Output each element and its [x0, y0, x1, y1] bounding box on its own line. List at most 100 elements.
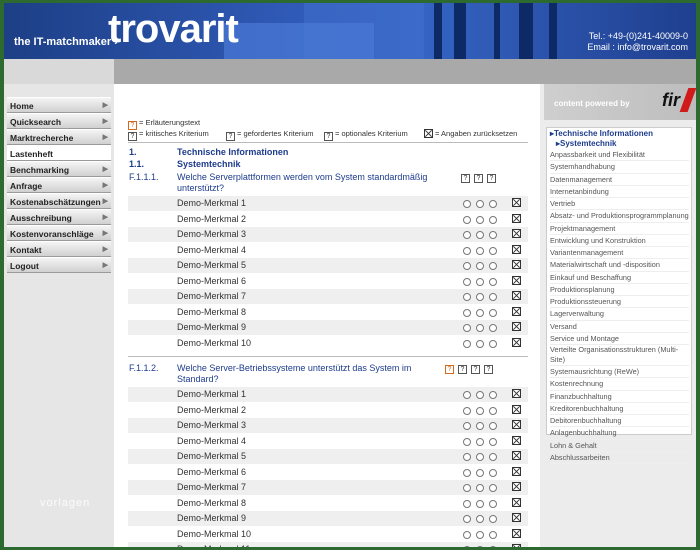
optional-radio[interactable] [489, 308, 497, 317]
required-radio[interactable] [476, 422, 484, 430]
required-radio[interactable] [476, 262, 484, 270]
required-radio[interactable] [476, 324, 484, 332]
reset-checkbox[interactable] [512, 275, 521, 285]
critical-radio[interactable] [463, 391, 471, 399]
category-item[interactable]: Kreditorenbuchhaltung [550, 403, 689, 415]
critical-radio[interactable] [463, 484, 471, 492]
optional-radio[interactable] [489, 277, 497, 286]
required-radio[interactable] [476, 246, 484, 255]
required-radio[interactable] [476, 200, 484, 208]
reset-checkbox[interactable] [512, 260, 521, 269]
critical-radio[interactable] [463, 406, 471, 415]
optional-radio[interactable] [489, 246, 497, 255]
reset-checkbox[interactable] [512, 306, 521, 316]
category-sub[interactable]: ▸Systemtechnik [550, 139, 689, 149]
required-radio[interactable] [476, 530, 484, 539]
nav-item-kontakt[interactable]: Kontakt ▶ [7, 241, 111, 257]
reset-checkbox[interactable] [512, 244, 521, 254]
critical-radio[interactable] [463, 293, 471, 301]
critical-radio[interactable] [463, 277, 471, 286]
category-item[interactable]: Variantenmanagement [550, 247, 689, 260]
category-head[interactable]: ▸Technische Informationen [550, 129, 689, 139]
reset-checkbox[interactable] [512, 466, 521, 476]
category-item[interactable]: Produktionsplanung [550, 284, 689, 296]
category-item[interactable]: Debitorenbuchhaltung [550, 415, 689, 428]
required-radio[interactable] [476, 468, 484, 477]
nav-item-quicksearch[interactable]: Quicksearch ▶ [7, 113, 111, 129]
critical-radio[interactable] [463, 422, 471, 430]
reset-checkbox[interactable] [512, 291, 521, 300]
category-item[interactable]: Projektmanagement [550, 223, 689, 235]
category-item[interactable]: Kostenrechnung [550, 378, 689, 391]
critical-radio[interactable] [463, 530, 471, 539]
category-item[interactable]: Materialwirtschaft und -disposition [550, 259, 689, 272]
optional-radio[interactable] [489, 391, 497, 399]
nav-item-marktrecherche[interactable]: Marktrecherche ▶ [7, 129, 111, 145]
category-item[interactable]: Anlagenbuchhaltung [550, 427, 689, 440]
optional-radio[interactable] [489, 437, 497, 446]
optional-radio[interactable] [489, 546, 497, 547]
category-item[interactable]: Absatz- und Produktionsprogrammplanung [550, 210, 689, 223]
category-item[interactable]: Abschlussarbeiten [550, 452, 689, 464]
required-radio[interactable] [476, 515, 484, 523]
category-item[interactable]: Einkauf und Beschaffung [550, 272, 689, 284]
reset-checkbox[interactable] [512, 435, 521, 445]
required-radio[interactable] [476, 391, 484, 399]
required-radio[interactable] [476, 484, 484, 492]
nav-item-kostenvoranschläge[interactable]: Kostenvoranschläge ▶ [7, 225, 111, 241]
reset-checkbox[interactable] [512, 213, 521, 223]
required-radio[interactable] [476, 499, 484, 508]
optional-radio[interactable] [489, 530, 497, 539]
reset-checkbox[interactable] [512, 482, 521, 491]
critical-radio[interactable] [463, 339, 471, 348]
required-radio[interactable] [476, 406, 484, 415]
reset-checkbox[interactable] [512, 404, 521, 414]
critical-radio[interactable] [463, 231, 471, 239]
required-radio[interactable] [476, 231, 484, 239]
reset-checkbox[interactable] [512, 229, 521, 238]
category-item[interactable]: Versand [550, 321, 689, 333]
critical-radio[interactable] [463, 200, 471, 208]
category-item[interactable]: Lagerverwaltung [550, 308, 689, 321]
reset-checkbox[interactable] [512, 513, 521, 522]
nav-item-kostenabschätzungen[interactable]: Kostenabschätzungen ▶ [7, 193, 111, 209]
critical-radio[interactable] [463, 246, 471, 255]
critical-radio[interactable] [463, 515, 471, 523]
required-radio[interactable] [476, 339, 484, 348]
nav-item-anfrage[interactable]: Anfrage ▶ [7, 177, 111, 193]
optional-radio[interactable] [489, 515, 497, 523]
required-radio[interactable] [476, 293, 484, 301]
category-item[interactable]: Finanzbuchhaltung [550, 391, 689, 403]
required-radio[interactable] [476, 308, 484, 317]
nav-item-home[interactable]: Home ▶ [7, 97, 111, 113]
category-item[interactable]: Service und Montage [550, 333, 689, 345]
optional-radio[interactable] [489, 293, 497, 301]
required-radio[interactable] [476, 437, 484, 446]
critical-radio[interactable] [463, 262, 471, 270]
critical-radio[interactable] [463, 468, 471, 477]
optional-radio[interactable] [489, 453, 497, 461]
fir-logo[interactable]: fir [662, 90, 680, 111]
category-item[interactable]: Anpassbarkeit und Flexibilität [550, 149, 689, 162]
required-radio[interactable] [476, 277, 484, 286]
category-item[interactable]: Systemausrichtung (ReWe) [550, 366, 689, 379]
reset-checkbox[interactable] [512, 451, 521, 460]
critical-radio[interactable] [463, 453, 471, 461]
nav-item-ausschreibung[interactable]: Ausschreibung ▶ [7, 209, 111, 225]
critical-radio[interactable] [463, 308, 471, 317]
reset-checkbox[interactable] [512, 497, 521, 507]
critical-radio[interactable] [463, 324, 471, 332]
critical-radio[interactable] [463, 215, 471, 224]
optional-radio[interactable] [489, 324, 497, 332]
category-item[interactable]: Entwicklung und Konstruktion [550, 235, 689, 247]
category-item[interactable]: Produktionssteuerung [550, 296, 689, 309]
info-icon[interactable]: ? [445, 365, 454, 374]
optional-radio[interactable] [489, 499, 497, 508]
reset-checkbox[interactable] [512, 544, 521, 547]
reset-checkbox[interactable] [512, 389, 521, 398]
reset-checkbox[interactable] [512, 337, 521, 347]
category-item[interactable]: Lohn & Gehalt [550, 440, 689, 452]
optional-radio[interactable] [489, 200, 497, 208]
category-item[interactable]: Systemhandhabung [550, 161, 689, 174]
category-item[interactable]: Verteilte Organisationsstrukturen (Multi… [550, 345, 689, 366]
